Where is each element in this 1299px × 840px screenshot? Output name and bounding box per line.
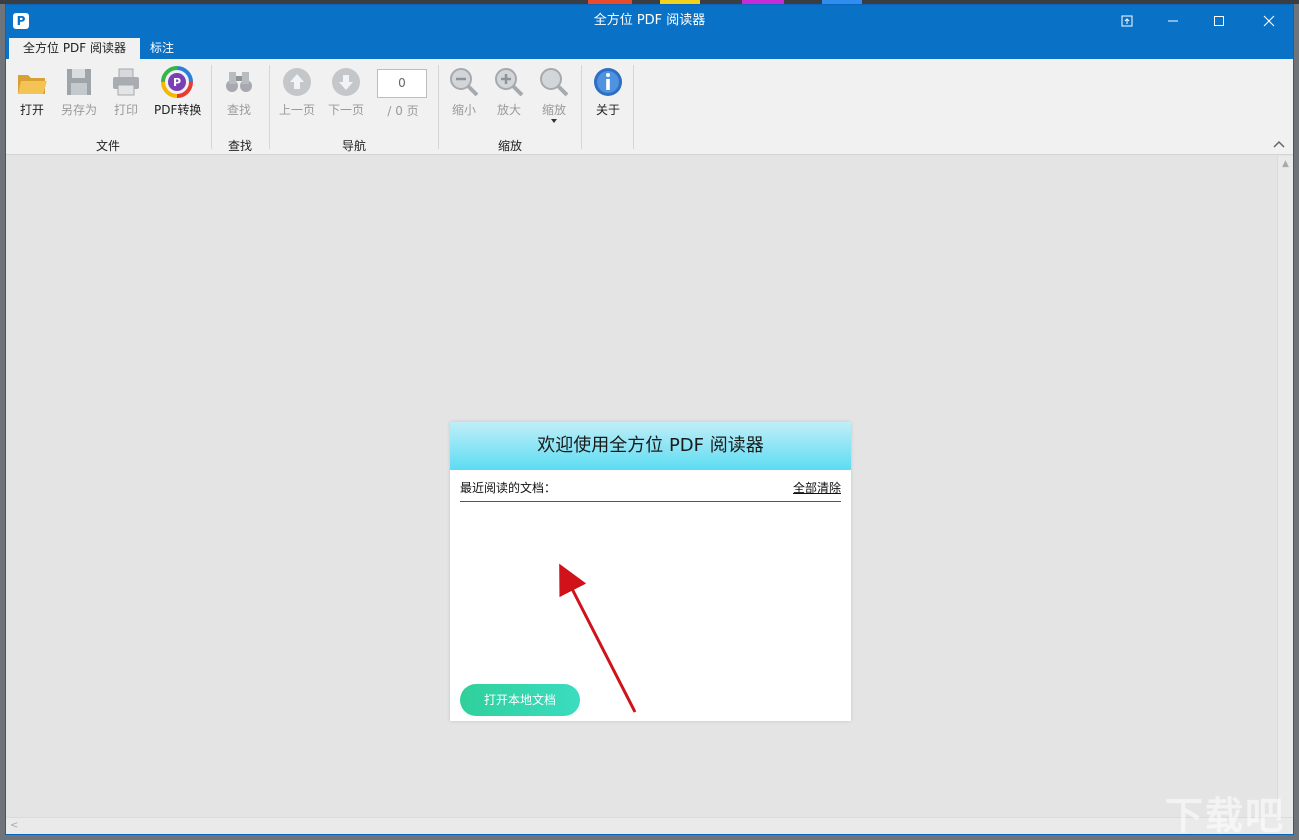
zoom-out-icon (450, 68, 479, 97)
find-button[interactable]: 查找 (217, 64, 261, 118)
clear-all-link[interactable]: 全部清除 (793, 480, 841, 496)
arrow-up-icon (283, 68, 311, 96)
window-title: 全方位 PDF 阅读器 (593, 13, 706, 28)
file-group-label: 文件 (95, 139, 120, 153)
print-button[interactable]: 打印 (104, 64, 148, 118)
welcome-title: 欢迎使用全方位 PDF 阅读器 (450, 422, 851, 470)
save-as-label: 另存为 (60, 103, 97, 117)
next-page-label: 下一页 (327, 103, 364, 117)
binoculars-icon (226, 72, 252, 92)
watermark-logo: 下载吧 (1164, 794, 1285, 838)
welcome-panel: 欢迎使用全方位 PDF 阅读器 最近阅读的文档： 全部清除 打开本地文档 (450, 422, 851, 721)
zoom-in-label: 放大 (496, 103, 521, 117)
about-button[interactable]: 关于 (586, 64, 630, 118)
scroll-left-icon[interactable]: < (10, 821, 18, 831)
scroll-up-icon[interactable]: ▲ (1282, 160, 1289, 169)
open-local-document-button[interactable]: 打开本地文档 (460, 684, 580, 716)
maximize-button[interactable] (1196, 5, 1242, 38)
recent-docs-label: 最近阅读的文档： (460, 481, 557, 495)
ribbon-toolbar: 打开 另存为 打印 P PDF转换 文件 查找 查找 上一页 下一页 0 / 0… (6, 59, 1293, 155)
zoom-in-button[interactable]: 放大 (487, 64, 531, 118)
collapse-ribbon-icon[interactable] (1273, 140, 1285, 150)
pdf-convert-button[interactable]: P PDF转换 (154, 64, 202, 118)
zoom-label: 缩放 (541, 103, 566, 117)
print-label: 打印 (113, 103, 138, 117)
ribbon-separator (438, 65, 439, 149)
app-window: P 全方位 PDF 阅读器 全方位 PDF 阅读器 标注 打开 另存为 打印 P… (5, 4, 1294, 835)
about-label: 关于 (595, 103, 620, 117)
pin-button[interactable] (1104, 5, 1150, 38)
minimize-icon (1168, 20, 1178, 22)
find-label: 查找 (226, 103, 251, 117)
zoom-in-icon (495, 68, 524, 97)
folder-open-icon (18, 75, 47, 94)
nav-group-label: 导航 (341, 139, 366, 153)
minimize-button[interactable] (1150, 5, 1196, 38)
tab-bar: 全方位 PDF 阅读器 标注 (6, 38, 1293, 59)
document-area: 欢迎使用全方位 PDF 阅读器 最近阅读的文档： 全部清除 打开本地文档 (6, 156, 1279, 818)
vertical-scrollbar[interactable]: ▲ (1277, 156, 1293, 818)
info-icon (594, 68, 622, 96)
title-bar: P 全方位 PDF 阅读器 (6, 5, 1293, 38)
dropdown-arrow-icon (551, 119, 557, 123)
zoom-dropdown-button[interactable]: 缩放 (532, 64, 576, 123)
zoom-group-label: 缩放 (497, 139, 522, 153)
zoom-icon (540, 68, 569, 97)
pdf-convert-label: PDF转换 (154, 103, 202, 117)
page-number-input[interactable]: 0 (377, 69, 427, 98)
find-group-label: 查找 (227, 139, 252, 153)
svg-text:P: P (173, 76, 181, 89)
open-label: 打开 (19, 103, 44, 117)
ribbon-separator (581, 65, 582, 149)
ribbon-separator (633, 65, 634, 149)
pin-icon (1121, 15, 1133, 27)
maximize-icon (1214, 16, 1224, 26)
save-icon (67, 69, 91, 95)
close-icon (1263, 15, 1275, 27)
page-total: / 0 页 (387, 104, 419, 118)
save-as-button[interactable]: 另存为 (57, 64, 101, 118)
next-page-button[interactable]: 下一页 (324, 64, 368, 118)
ribbon-separator (269, 65, 270, 149)
arrow-down-icon (332, 68, 360, 96)
recent-header: 最近阅读的文档： 全部清除 (460, 478, 841, 502)
open-button[interactable]: 打开 (10, 64, 54, 118)
zoom-out-button[interactable]: 缩小 (442, 64, 486, 118)
printer-icon (113, 68, 139, 96)
zoom-out-label: 缩小 (451, 103, 476, 117)
tab-annotate[interactable]: 标注 (136, 38, 188, 59)
close-button[interactable] (1246, 5, 1292, 38)
prev-page-label: 上一页 (278, 103, 315, 117)
ribbon-separator (211, 65, 212, 149)
prev-page-button[interactable]: 上一页 (275, 64, 319, 118)
tab-home[interactable]: 全方位 PDF 阅读器 (9, 38, 141, 59)
horizontal-scrollbar[interactable]: < (6, 817, 1293, 834)
pdf-convert-icon: P (161, 66, 193, 98)
